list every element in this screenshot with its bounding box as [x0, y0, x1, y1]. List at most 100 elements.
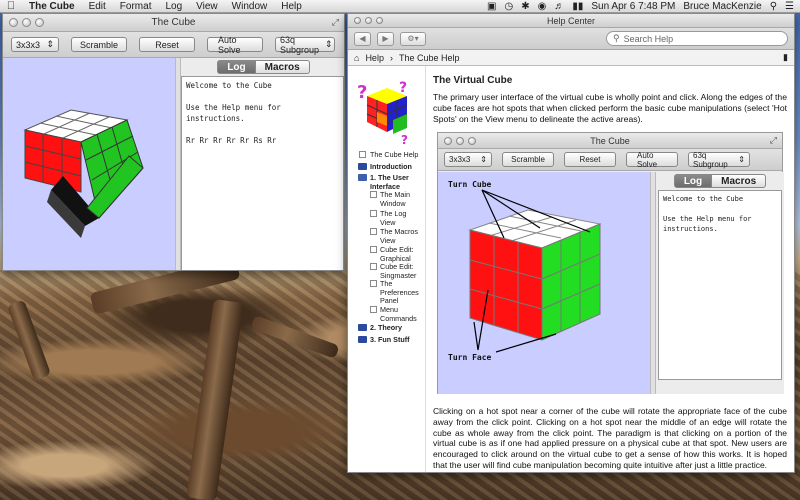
tab-macros[interactable]: Macros	[255, 60, 310, 74]
action-gear-button[interactable]: ⚙▾	[400, 31, 426, 46]
help-content: The Virtual Cube The primary user interf…	[432, 66, 790, 472]
page-icon	[370, 263, 377, 270]
page-icon	[370, 306, 377, 313]
toc-item[interactable]: Menu Commands	[380, 305, 420, 323]
minimize-button[interactable]	[365, 17, 372, 24]
reset-button[interactable]: Reset	[139, 37, 195, 52]
toc-item[interactable]: The Preferences Panel	[380, 279, 424, 306]
menu-help[interactable]: Help	[274, 1, 309, 12]
screenshot-log-panel: Log Macros Welcome to the Cube Use the H…	[656, 172, 784, 394]
toc-item[interactable]: 3. Fun Stuff	[370, 335, 410, 345]
subgroup-popup-value: 63q Subgroup	[280, 34, 320, 55]
svg-text:?: ?	[357, 82, 367, 103]
toc-item[interactable]: Introduction	[370, 162, 412, 172]
screenshot-cube-view: Turn Cube Turn Face	[438, 172, 650, 394]
subgroup-popup: 63q Subgroup ⇕	[688, 151, 750, 169]
toc-item[interactable]: Cube Edit: Singmaster	[380, 262, 424, 280]
svg-text:?: ?	[401, 133, 408, 146]
subgroup-popup[interactable]: 63q Subgroup ⇕	[275, 34, 335, 55]
cube-toolbar: 3x3x3 ⇕ Scramble Reset Auto Solve 63q Sub…	[3, 32, 344, 58]
apple-menu-icon[interactable]: 	[0, 0, 22, 12]
wifi-icon[interactable]: ◉	[538, 1, 547, 12]
help-toc: ? ? ? The Cube Help Introduction 1. The …	[348, 66, 426, 472]
help-window-title: Help Center	[546, 15, 596, 26]
close-button[interactable]	[9, 18, 18, 27]
menu-edit[interactable]: Edit	[82, 1, 113, 12]
size-popup[interactable]: 3x3x3 ⇕	[11, 37, 59, 52]
breadcrumb-help[interactable]: Help	[365, 53, 384, 63]
help-window-titlebar[interactable]: Help Center	[348, 14, 794, 28]
screenshot-log-tabs: Log Macros	[656, 174, 784, 188]
spotlight-icon[interactable]: ⚲	[770, 1, 777, 12]
cube-question-logo: ? ? ?	[357, 80, 408, 146]
volume-icon[interactable]: ♬	[554, 1, 564, 12]
forward-button[interactable]: ▶	[377, 31, 394, 46]
search-icon: ⚲	[613, 33, 620, 43]
log-panel: Log Macros Welcome to the Cube Use the H…	[181, 58, 344, 270]
menu-clock[interactable]: Sun Apr 6 7:48 PM	[591, 1, 675, 12]
close-button[interactable]	[354, 17, 361, 24]
search-field[interactable]: ⚲ Search Help	[606, 31, 788, 46]
rubiks-cube-graphic[interactable]	[3, 58, 175, 271]
screenshot-titlebar: The Cube ⤢	[438, 133, 782, 149]
breadcrumb: ⌂ Help › The Cube Help ▮	[348, 50, 794, 66]
popup-arrows-icon: ⇕	[46, 39, 54, 49]
menu-window[interactable]: Window	[225, 1, 275, 12]
popup-arrows-icon: ⇕	[325, 39, 333, 49]
book-icon	[358, 324, 367, 331]
bluetooth-icon[interactable]: ✱	[521, 1, 529, 12]
search-placeholder: Search Help	[623, 33, 674, 44]
menu-user[interactable]: Bruce MacKenzie	[683, 1, 761, 12]
timemachine-icon[interactable]: ◷	[505, 1, 514, 12]
turn-face-annotation: Turn Face	[448, 353, 492, 362]
help-body: ? ? ? The Cube Help Introduction 1. The …	[348, 66, 794, 472]
home-icon[interactable]: ⌂	[354, 53, 359, 63]
airplay-icon[interactable]: ▣	[487, 1, 496, 12]
log-text-view[interactable]: Welcome to the Cube Use the Help menu fo…	[181, 76, 344, 270]
breadcrumb-current[interactable]: The Cube Help	[399, 53, 460, 63]
tab-macros: Macros	[712, 174, 767, 188]
back-button[interactable]: ◀	[354, 31, 371, 46]
minimize-button	[456, 136, 464, 145]
tab-log[interactable]: Log	[217, 60, 256, 74]
auto-solve-button: Auto Solve	[626, 151, 678, 169]
page-icon	[370, 280, 377, 287]
cube-window-titlebar[interactable]: The Cube ⤢	[3, 14, 344, 32]
size-popup: 3x3x3 ⇕	[444, 152, 492, 167]
toc-item[interactable]: 1. The User Interface	[370, 173, 422, 191]
screenshot-title: The Cube	[590, 135, 630, 146]
bookmark-icon[interactable]: ▮	[783, 52, 788, 63]
toc-item[interactable]: The Main Window	[380, 190, 420, 208]
svg-text:?: ?	[399, 80, 407, 96]
cube-window-title: The Cube	[151, 17, 196, 28]
zoom-button[interactable]	[376, 17, 383, 24]
notification-center-icon[interactable]: ☰	[785, 1, 794, 12]
reset-button: Reset	[564, 152, 616, 167]
fullscreen-icon[interactable]: ⤢	[332, 17, 339, 28]
toc-item[interactable]: The Log View	[380, 209, 414, 227]
book-icon	[358, 336, 367, 343]
page-icon	[370, 210, 377, 217]
zoom-button[interactable]	[35, 18, 44, 27]
toc-item[interactable]: 2. Theory	[370, 323, 402, 333]
toc-header[interactable]: The Cube Help	[370, 150, 418, 160]
menu-format[interactable]: Format	[113, 1, 159, 12]
scramble-button: Scramble	[502, 152, 554, 167]
page-title: The Virtual Cube	[433, 75, 513, 86]
menu-view[interactable]: View	[189, 1, 225, 12]
screenshot-log-text: Welcome to the Cube Use the Help menu fo…	[658, 190, 782, 380]
cube-view[interactable]	[3, 58, 175, 271]
menu-bar:  The Cube Edit Format Log View Window H…	[0, 0, 800, 13]
scramble-button[interactable]: Scramble	[71, 37, 127, 52]
open-book-icon	[358, 174, 367, 181]
menu-app-name[interactable]: The Cube	[22, 1, 82, 12]
auto-solve-button[interactable]: Auto Solve	[207, 35, 263, 55]
menu-log[interactable]: Log	[158, 1, 189, 12]
cube-window: The Cube ⤢ 3x3x3 ⇕ Scramble Reset Auto So…	[2, 13, 345, 271]
turn-cube-annotation: Turn Cube	[448, 180, 492, 189]
toc-item[interactable]: Cube Edit: Graphical	[380, 245, 420, 263]
battery-icon[interactable]: ▮▮	[572, 1, 583, 12]
toc-item[interactable]: The Macros View	[380, 227, 420, 245]
fullscreen-icon: ⤢	[769, 135, 777, 145]
minimize-button[interactable]	[22, 18, 31, 27]
